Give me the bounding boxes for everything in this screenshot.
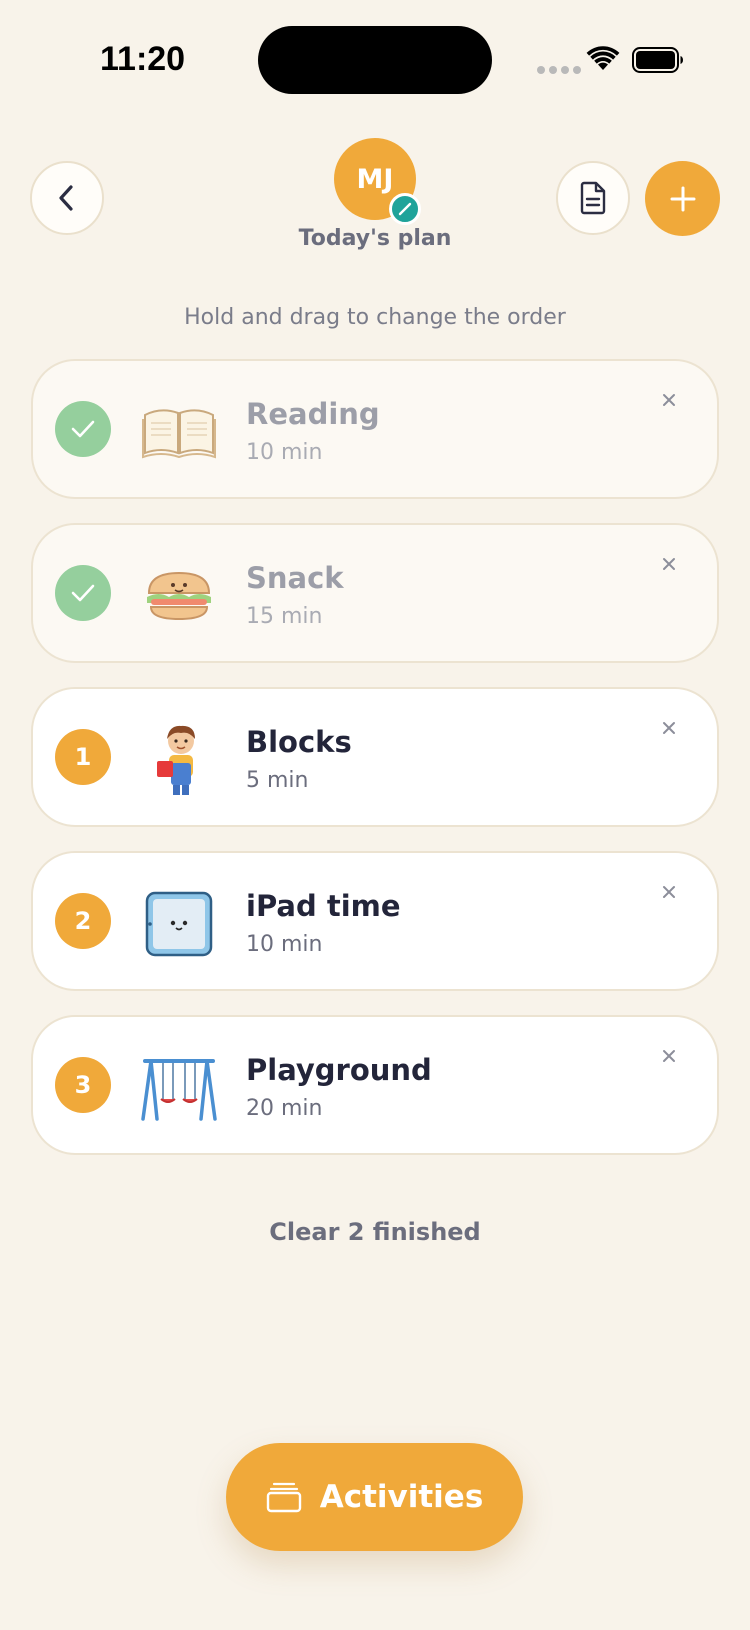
activity-card-snack[interactable]: Snack 15 min (31, 523, 719, 663)
activity-duration: 10 min (246, 440, 323, 465)
activity-card-blocks[interactable]: 1 Blocks 5 min (31, 687, 719, 827)
activities-button-label: Activities (319, 1479, 484, 1515)
add-activity-button[interactable] (645, 161, 720, 236)
order-badge: 3 (55, 1057, 111, 1113)
activity-duration: 15 min (246, 604, 323, 629)
remove-button[interactable] (654, 713, 684, 743)
back-button[interactable] (30, 161, 104, 235)
activity-card-reading[interactable]: Reading 10 min (31, 359, 719, 499)
page-title: Today's plan (298, 226, 452, 251)
swing-set-icon (141, 1059, 217, 1121)
status-bar: 11:20 (0, 0, 750, 120)
notes-button[interactable] (556, 161, 630, 235)
close-icon (663, 722, 675, 734)
cards-stack-icon (266, 1482, 301, 1513)
sandwich-icon (147, 571, 211, 621)
activities-button[interactable]: Activities (226, 1443, 523, 1551)
child-with-block-icon (157, 725, 195, 795)
activity-name: Reading (246, 397, 380, 431)
remove-button[interactable] (654, 385, 684, 415)
remove-button[interactable] (654, 549, 684, 579)
activity-name: Playground (246, 1053, 432, 1087)
order-number: 1 (74, 743, 92, 771)
close-icon (663, 1050, 675, 1062)
plus-icon (670, 186, 695, 211)
activity-duration: 5 min (246, 768, 309, 793)
close-icon (663, 394, 675, 406)
reorder-hint: Hold and drag to change the order (184, 305, 566, 330)
avatar-initials: MJ (356, 163, 394, 195)
dynamic-island (258, 26, 492, 94)
activity-duration: 20 min (246, 1096, 323, 1121)
open-book-icon (142, 409, 216, 459)
close-icon (663, 886, 675, 898)
order-number: 2 (74, 907, 92, 935)
document-icon (580, 181, 606, 215)
completed-check[interactable] (55, 565, 111, 621)
order-badge: 1 (55, 729, 111, 785)
activity-card-ipad-time[interactable]: 2 iPad time 10 min (31, 851, 719, 991)
activity-duration: 10 min (246, 932, 323, 957)
edit-badge[interactable] (389, 193, 421, 225)
checkmark-icon (71, 420, 95, 438)
order-number: 3 (74, 1071, 92, 1099)
activity-name: Snack (246, 561, 344, 595)
tablet-icon (145, 891, 213, 957)
activity-card-playground[interactable]: 3 Playground 20 min (31, 1015, 719, 1155)
wifi-icon (586, 46, 620, 70)
remove-button[interactable] (654, 1041, 684, 1071)
completed-check[interactable] (55, 401, 111, 457)
chevron-left-icon (59, 185, 73, 211)
activity-name: iPad time (246, 889, 401, 923)
status-time: 11:20 (100, 40, 186, 78)
cellular-signal-icon (537, 66, 581, 74)
battery-icon (632, 47, 683, 73)
activity-name: Blocks (246, 725, 352, 759)
pencil-icon (398, 202, 412, 216)
order-badge: 2 (55, 893, 111, 949)
close-icon (663, 558, 675, 570)
checkmark-icon (71, 584, 95, 602)
remove-button[interactable] (654, 877, 684, 907)
clear-finished-button[interactable]: Clear 2 finished (0, 1218, 750, 1246)
